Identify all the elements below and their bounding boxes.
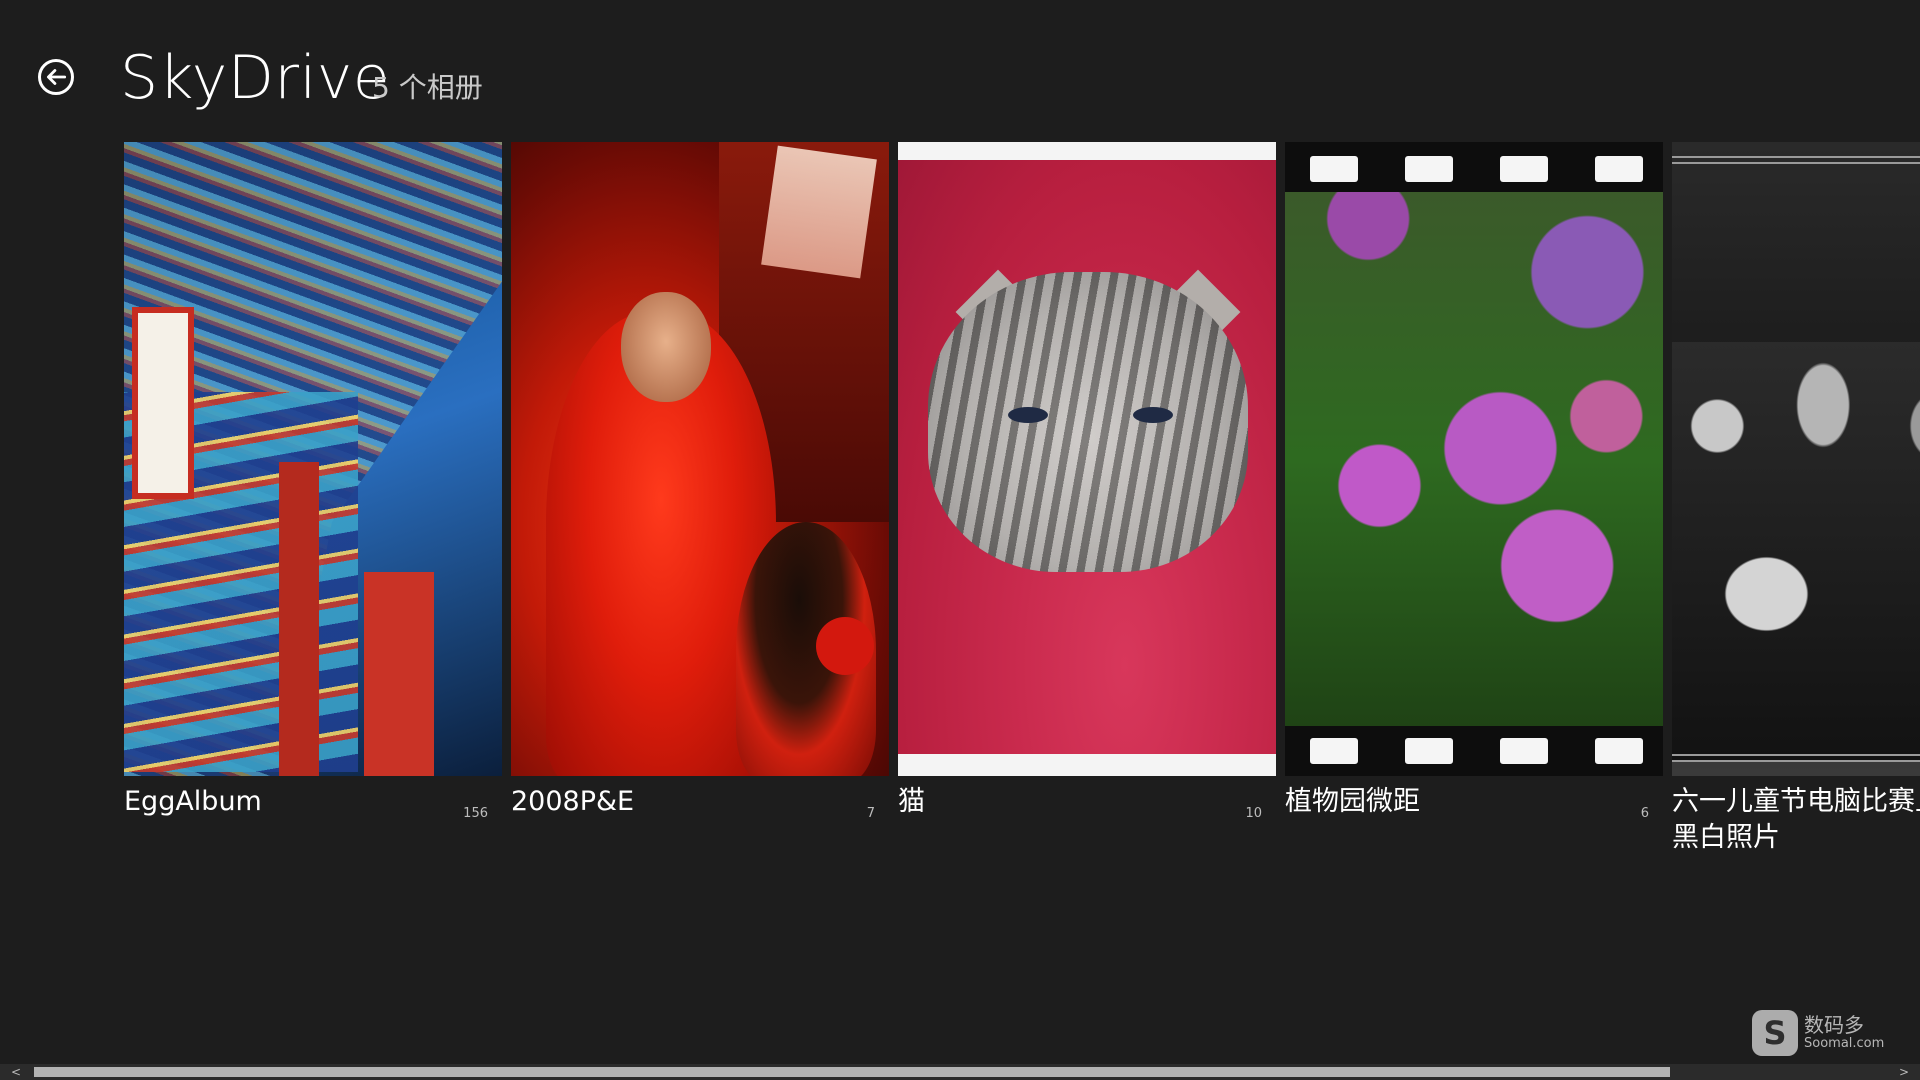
album-caption: EggAlbum 156 (124, 784, 502, 821)
arrow-left-icon (47, 69, 67, 85)
album-tile-childrens-day-bw[interactable]: 六一儿童节电脑比赛上的一组黑白照片 (1672, 142, 1920, 856)
watermark: S 数码多 Soomal.com (1752, 1008, 1902, 1058)
album-count: 5 个相册 (372, 71, 483, 104)
photo-count: 10 (1245, 806, 1262, 821)
album-caption: 植物园微距 6 (1285, 784, 1663, 821)
horizontal-scrollbar[interactable]: < > (0, 1064, 1920, 1080)
album-tile-cat[interactable]: 猫 10 (898, 142, 1276, 821)
soomal-logo-icon: S (1752, 1010, 1798, 1056)
album-thumbnail (511, 142, 889, 776)
album-name: EggAlbum (124, 786, 262, 817)
album-thumbnail (1672, 142, 1920, 776)
album-tile-2008pe[interactable]: 2008P&E 7 (511, 142, 889, 821)
photo-count: 6 (1640, 806, 1649, 821)
album-thumbnail (898, 142, 1276, 776)
watermark-text-cn: 数码多 (1804, 1013, 1864, 1037)
album-caption: 六一儿童节电脑比赛上的一组黑白照片 (1672, 784, 1920, 856)
album-tile-botanical-macro[interactable]: 植物园微距 6 (1285, 142, 1663, 821)
scroll-right-arrow-icon[interactable]: > (1894, 1064, 1914, 1080)
photo-count: 7 (866, 806, 875, 821)
album-tile-eggalbum[interactable]: EggAlbum 156 (124, 142, 502, 821)
watermark-text-en: Soomal.com (1804, 1036, 1885, 1051)
album-thumbnail (124, 142, 502, 776)
album-name: 植物园微距 (1285, 786, 1420, 817)
album-name: 2008P&E (511, 786, 635, 817)
album-name: 六一儿童节电脑比赛上的一组黑白照片 (1672, 786, 1920, 853)
album-caption: 2008P&E 7 (511, 784, 889, 821)
scrollbar-thumb[interactable] (34, 1067, 1670, 1077)
album-grid: EggAlbum 156 2008P&E 7 猫 10 植物园微距 6 六一儿童… (124, 142, 1920, 862)
page-title: SkyDrive (120, 43, 391, 113)
album-thumbnail (1285, 142, 1663, 776)
scroll-left-arrow-icon[interactable]: < (6, 1064, 26, 1080)
album-name: 猫 (898, 786, 925, 817)
album-caption: 猫 10 (898, 784, 1276, 821)
back-button[interactable] (38, 59, 74, 95)
photo-count: 156 (463, 806, 488, 821)
